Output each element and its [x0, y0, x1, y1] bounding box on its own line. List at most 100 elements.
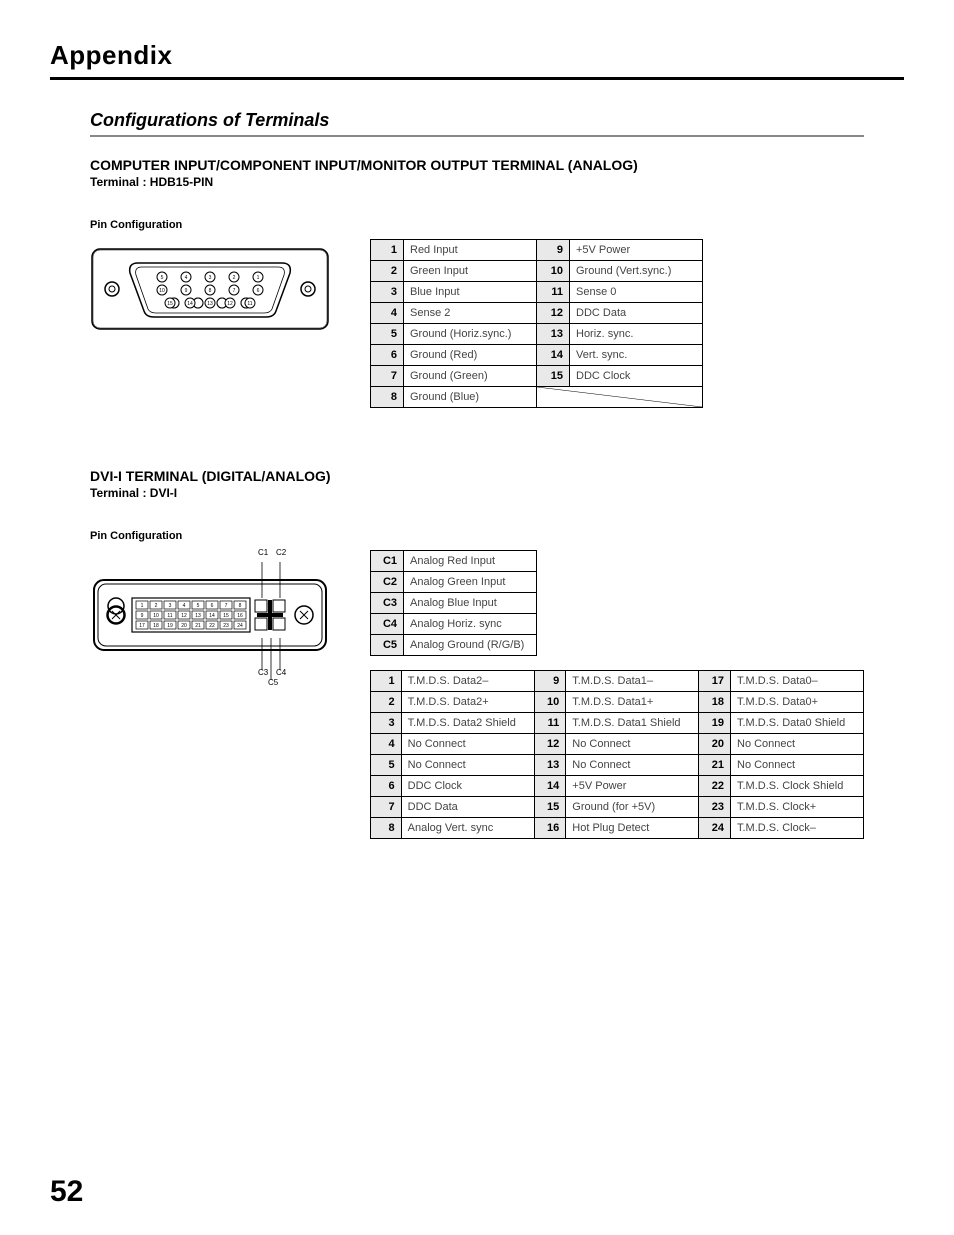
- pin-desc: Red Input: [404, 240, 537, 261]
- pin-number: 3: [371, 282, 404, 303]
- pin-desc: Horiz. sync.: [570, 324, 703, 345]
- svg-text:13: 13: [195, 613, 201, 619]
- svg-text:23: 23: [223, 623, 229, 629]
- svg-text:7: 7: [233, 288, 236, 294]
- pin-number: C5: [371, 635, 404, 656]
- pin-desc: Ground (Horiz.sync.): [404, 324, 537, 345]
- pin-number: 8: [371, 387, 404, 408]
- table-row: 1 Red Input 9 +5V Power: [371, 240, 703, 261]
- svg-text:22: 22: [209, 623, 215, 629]
- pin-desc: Analog Red Input: [404, 551, 537, 572]
- pin-number: 10: [537, 261, 570, 282]
- dvi-cap-c1: C1: [258, 548, 268, 557]
- pin-number: 3: [371, 713, 402, 734]
- table-row: C4Analog Horiz. sync: [371, 614, 537, 635]
- pin-desc: Ground (for +5V): [566, 797, 699, 818]
- svg-text:11: 11: [167, 613, 172, 619]
- hdb15-heading: COMPUTER INPUT/COMPONENT INPUT/MONITOR O…: [90, 157, 864, 173]
- page-number: 52: [50, 1175, 83, 1209]
- pin-desc: T.M.D.S. Data0 Shield: [731, 713, 864, 734]
- pin-desc: Blue Input: [404, 282, 537, 303]
- pin-number: 14: [537, 345, 570, 366]
- pin-number: 1: [371, 671, 402, 692]
- table-row: 8 Ground (Blue): [371, 387, 703, 408]
- chapter-title: Appendix: [50, 40, 904, 71]
- pin-number: C2: [371, 572, 404, 593]
- pin-number: 9: [537, 240, 570, 261]
- hdb15-pinconfig-label: Pin Configuration: [90, 219, 864, 231]
- pin-desc: Vert. sync.: [570, 345, 703, 366]
- pin-number: C4: [371, 614, 404, 635]
- svg-text:24: 24: [237, 623, 243, 629]
- table-row: 4 Sense 2 12 DDC Data: [371, 303, 703, 324]
- dvi-connector-diagram: C1 C2 C3 C4 C5: [90, 550, 330, 695]
- pin-desc: No Connect: [566, 734, 699, 755]
- pin-desc: No Connect: [566, 755, 699, 776]
- dvi-cap-c5: C5: [268, 678, 278, 687]
- pin-number: 10: [534, 692, 566, 713]
- pin-number: 21: [699, 755, 731, 776]
- table-row: 1T.M.D.S. Data2– 9T.M.D.S. Data1– 17T.M.…: [371, 671, 864, 692]
- pin-desc: T.M.D.S. Data1+: [566, 692, 699, 713]
- table-row: C3Analog Blue Input: [371, 593, 537, 614]
- svg-text:12: 12: [227, 301, 233, 307]
- pin-number: 6: [371, 776, 402, 797]
- pin-number: 13: [534, 755, 566, 776]
- dvi-pin-table: 1T.M.D.S. Data2– 9T.M.D.S. Data1– 17T.M.…: [370, 670, 864, 839]
- pin-desc: Ground (Green): [404, 366, 537, 387]
- pin-desc: T.M.D.S. Data0–: [731, 671, 864, 692]
- pin-number: 15: [534, 797, 566, 818]
- svg-text:6: 6: [257, 288, 260, 294]
- pin-number: 16: [534, 818, 566, 839]
- pin-number: 12: [534, 734, 566, 755]
- dvi-cap-c3: C3: [258, 668, 268, 677]
- table-row: 3 Blue Input 11 Sense 0: [371, 282, 703, 303]
- pin-number: 7: [371, 366, 404, 387]
- pin-desc: DDC Data: [570, 303, 703, 324]
- pin-desc: T.M.D.S. Data2–: [401, 671, 534, 692]
- table-row: C5Analog Ground (R/G/B): [371, 635, 537, 656]
- svg-text:9: 9: [141, 613, 144, 619]
- svg-text:3: 3: [209, 275, 212, 281]
- table-row: 6DDC Clock 14+5V Power 22T.M.D.S. Clock …: [371, 776, 864, 797]
- svg-text:4: 4: [183, 603, 186, 609]
- pin-number: 4: [371, 303, 404, 324]
- section-title: Configurations of Terminals: [90, 110, 864, 131]
- pin-desc: Analog Green Input: [404, 572, 537, 593]
- pin-desc: DDC Data: [401, 797, 534, 818]
- svg-text:15: 15: [167, 301, 173, 307]
- pin-desc: T.M.D.S. Data1–: [566, 671, 699, 692]
- table-row: 2 Green Input 10 Ground (Vert.sync.): [371, 261, 703, 282]
- dvi-pinconfig-label: Pin Configuration: [90, 530, 864, 542]
- pin-desc: +5V Power: [570, 240, 703, 261]
- svg-text:15: 15: [223, 613, 229, 619]
- pin-number: 9: [534, 671, 566, 692]
- svg-text:3: 3: [169, 603, 172, 609]
- pin-number: 2: [371, 261, 404, 282]
- svg-text:2: 2: [233, 275, 236, 281]
- table-row: 8Analog Vert. sync 16Hot Plug Detect 24T…: [371, 818, 864, 839]
- dvi-cap-c4: C4: [276, 668, 286, 677]
- svg-text:21: 21: [195, 623, 201, 629]
- pin-desc: Sense 2: [404, 303, 537, 324]
- chapter-rule: [50, 77, 904, 80]
- pin-number: 18: [699, 692, 731, 713]
- svg-text:2: 2: [155, 603, 158, 609]
- pin-number: 17: [699, 671, 731, 692]
- table-row: 2T.M.D.S. Data2+ 10T.M.D.S. Data1+ 18T.M…: [371, 692, 864, 713]
- pin-number: 5: [371, 324, 404, 345]
- pin-number: C1: [371, 551, 404, 572]
- svg-text:11: 11: [247, 301, 252, 307]
- pin-desc: DDC Clock: [570, 366, 703, 387]
- pin-desc: Green Input: [404, 261, 537, 282]
- pin-number: 7: [371, 797, 402, 818]
- pin-desc: Analog Ground (R/G/B): [404, 635, 537, 656]
- pin-number: C3: [371, 593, 404, 614]
- pin-number: 24: [699, 818, 731, 839]
- pin-number: 14: [534, 776, 566, 797]
- pin-desc: Sense 0: [570, 282, 703, 303]
- table-row: 7DDC Data 15Ground (for +5V) 23T.M.D.S. …: [371, 797, 864, 818]
- svg-text:12: 12: [181, 613, 187, 619]
- pin-desc: T.M.D.S. Data2+: [401, 692, 534, 713]
- pin-desc: Hot Plug Detect: [566, 818, 699, 839]
